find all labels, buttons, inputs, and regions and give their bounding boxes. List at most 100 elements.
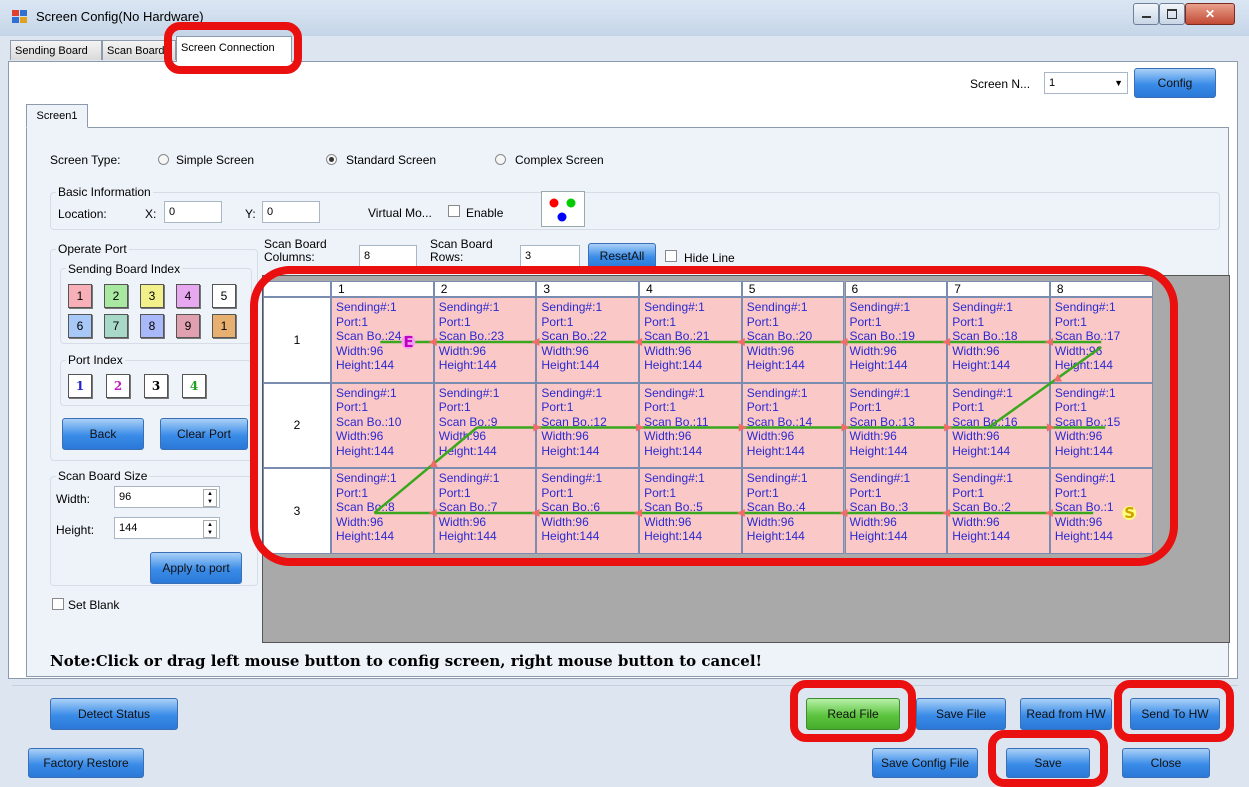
sending-index-10[interactable]: 1 [212, 314, 236, 338]
scan-board-cell[interactable]: Sending#:1 Port:1 Scan Bo.:4 Width:96 Height… [741, 468, 845, 554]
cell-height-text: Height:144 [644, 529, 703, 544]
spin-arrows-icon[interactable]: ▲ ▼ [203, 520, 217, 538]
sending-index-title: Sending Board Index [66, 262, 183, 276]
scan-board-cell[interactable]: Sending#:1 Port:1 Scan Bo.:21 Width:96 Heigh… [639, 297, 742, 383]
scan-board-cell[interactable]: Sending#:1 Port:1 Scan Bo.:24 Width:96 Heigh… [331, 297, 434, 383]
read-from-hw-button[interactable]: Read from HW [1020, 698, 1112, 730]
maximize-button[interactable] [1159, 3, 1185, 25]
port-index-1[interactable]: 1 [68, 374, 92, 398]
detect-status-button[interactable]: Detect Status [50, 698, 178, 730]
port-index-3[interactable]: 3 [144, 374, 168, 398]
reset-all-button[interactable]: ResetAll [588, 243, 656, 269]
scan-board-cell[interactable]: Sending#:1 Port:1 Scan Bo.:13 Width:96 Heigh… [844, 382, 948, 468]
cell-width-text: Width:96 [746, 514, 795, 529]
scan-board-cell[interactable]: Sending#:1 Port:1 Scan Bo.:11 Width:96 Heigh… [639, 382, 742, 468]
cell-scan-text: Scan Bo.:8 [336, 500, 395, 515]
send-to-hw-button[interactable]: Send To HW [1130, 698, 1220, 730]
config-button[interactable]: Config [1134, 68, 1216, 98]
save-file-button[interactable]: Save File [916, 698, 1006, 730]
apply-to-port-button[interactable]: Apply to port [150, 552, 242, 584]
scan-board-cell[interactable]: Sending#:1 Port:1 Scan Bo.:1 Width:96 Height… [1049, 468, 1153, 554]
scan-board-cell[interactable]: Sending#:1 Port:1 Scan Bo.:6 Width:96 Height… [536, 468, 640, 554]
clear-port-button[interactable]: Clear Port [160, 418, 248, 450]
cell-port-text: Port:1 [1054, 400, 1087, 415]
cell-port-text: Port:1 [438, 400, 471, 415]
virtual-pixel-icon[interactable] [541, 191, 585, 227]
screen-number-select[interactable]: 1 ▼ [1044, 72, 1128, 94]
set-blank-checkbox[interactable] [52, 598, 64, 610]
minimize-button[interactable] [1133, 3, 1159, 25]
sending-index-1[interactable]: 1 [68, 284, 92, 308]
sending-index-4[interactable]: 4 [176, 284, 200, 308]
factory-restore-button[interactable]: Factory Restore [28, 748, 144, 778]
cell-sending-text: Sending#:1 [952, 471, 1013, 485]
scan-columns-input[interactable]: 8 [359, 245, 417, 267]
cell-width-text: Width:96 [849, 343, 897, 358]
scan-board-cell[interactable]: Sending#:1 Port:1 Scan Bo.:18 Width:96 Heigh… [947, 297, 1050, 383]
width-stepper[interactable]: 96 ▲ ▼ [114, 486, 220, 508]
scan-board-cell[interactable]: Sending#:1 Port:1 Scan Bo.:23 Width:96 Heigh… [433, 297, 537, 383]
y-input[interactable]: 0 [262, 201, 320, 223]
height-stepper[interactable]: 144 ▲ ▼ [114, 517, 220, 539]
tab-screen1[interactable]: Screen1 [26, 104, 88, 128]
sending-index-2[interactable]: 2 [104, 284, 128, 308]
tab-scan-board[interactable]: Scan Board [102, 40, 176, 60]
cell-height-text: Height:144 [952, 358, 1011, 373]
scan-board-cell[interactable]: Sending#:1 Port:1 Scan Bo.:22 Width:96 Heigh… [536, 297, 640, 383]
x-input[interactable]: 0 [164, 201, 222, 223]
cell-height-text: Height:144 [336, 443, 395, 458]
cell-scan-text: Scan Bo.:18 [952, 329, 1018, 344]
simple-screen-radio[interactable] [158, 154, 169, 165]
save-config-file-button[interactable]: Save Config File [872, 748, 978, 778]
scan-board-cell[interactable]: Sending#:1 Port:1 Scan Bo.:15 Width:96 Heigh… [1049, 382, 1153, 468]
scan-board-cell[interactable]: Sending#:1 Port:1 Scan Bo.:20 Width:96 Heigh… [741, 297, 845, 383]
scan-rows-input[interactable]: 3 [520, 245, 580, 267]
close-window-button[interactable]: ✕ [1185, 3, 1235, 25]
scan-board-cell[interactable]: Sending#:1 Port:1 Scan Bo.:2 Width:96 Height… [947, 468, 1050, 554]
cell-height-text: Height:144 [438, 358, 497, 373]
scan-board-cell[interactable]: Sending#:1 Port:1 Scan Bo.:5 Width:96 Height… [639, 468, 742, 554]
cell-port-text: Port:1 [952, 314, 985, 329]
cell-width-text: Width:96 [1054, 343, 1103, 358]
complex-screen-radio[interactable] [495, 154, 506, 165]
sending-index-5[interactable]: 5 [212, 284, 236, 308]
hide-line-checkbox[interactable] [665, 250, 677, 262]
cell-height-text: Height:144 [541, 529, 600, 544]
sending-index-9[interactable]: 9 [176, 314, 200, 338]
back-button[interactable]: Back [62, 418, 144, 450]
cell-scan-text: Scan Bo.:21 [644, 329, 710, 344]
sending-index-3[interactable]: 3 [140, 284, 164, 308]
sending-index-6[interactable]: 6 [68, 314, 92, 338]
standard-screen-radio[interactable] [326, 154, 337, 165]
port-index-4[interactable]: 4 [182, 374, 206, 398]
scan-board-cell[interactable]: Sending#:1 Port:1 Scan Bo.:19 Width:96 Heigh… [844, 297, 948, 383]
cell-height-text: Height:144 [541, 443, 600, 458]
cell-width-text: Width:96 [541, 429, 589, 444]
cell-port-text: Port:1 [541, 485, 574, 500]
spin-arrows-icon[interactable]: ▲ ▼ [203, 489, 217, 507]
port-index-2[interactable]: 2 [106, 374, 130, 398]
scan-board-cell[interactable]: Sending#:1 Port:1 Scan Bo.:10 Width:96 Heigh… [331, 382, 434, 468]
scan-board-cell[interactable]: Sending#:1 Port:1 Scan Bo.:8 Width:96 Height… [331, 468, 434, 554]
cell-sending-text: Sending#:1 [438, 300, 500, 314]
cell-height-text: Height:144 [438, 443, 497, 458]
tab-sending-board[interactable]: Sending Board [10, 40, 102, 60]
scan-board-cell[interactable]: Sending#:1 Port:1 Scan Bo.:12 Width:96 Heigh… [536, 382, 640, 468]
tab-screen-connection[interactable]: Screen Connection [176, 36, 292, 62]
save-button[interactable]: Save [1006, 748, 1090, 778]
sending-index-8[interactable]: 8 [140, 314, 164, 338]
cell-width-text: Width:96 [438, 429, 487, 444]
enable-checkbox[interactable] [448, 205, 460, 217]
scan-board-cell[interactable]: Sending#:1 Port:1 Scan Bo.:14 Width:96 Heigh… [741, 382, 845, 468]
maximize-icon [1167, 9, 1177, 19]
read-file-button[interactable]: Read File [806, 698, 900, 730]
cell-scan-text: Scan Bo.:6 [541, 500, 601, 515]
scan-board-cell[interactable]: Sending#:1 Port:1 Scan Bo.:17 Width:96 Heigh… [1049, 297, 1153, 383]
scan-board-cell[interactable]: Sending#:1 Port:1 Scan Bo.:9 Width:96 Height… [433, 382, 537, 468]
scan-board-cell[interactable]: Sending#:1 Port:1 Scan Bo.:16 Width:96 Heigh… [947, 382, 1050, 468]
cell-width-text: Width:96 [644, 429, 692, 444]
scan-board-cell[interactable]: Sending#:1 Port:1 Scan Bo.:7 Width:96 Height… [433, 468, 537, 554]
close-button[interactable]: Close [1122, 748, 1210, 778]
sending-index-7[interactable]: 7 [104, 314, 128, 338]
scan-board-cell[interactable]: Sending#:1 Port:1 Scan Bo.:3 Width:96 Height… [844, 468, 948, 554]
